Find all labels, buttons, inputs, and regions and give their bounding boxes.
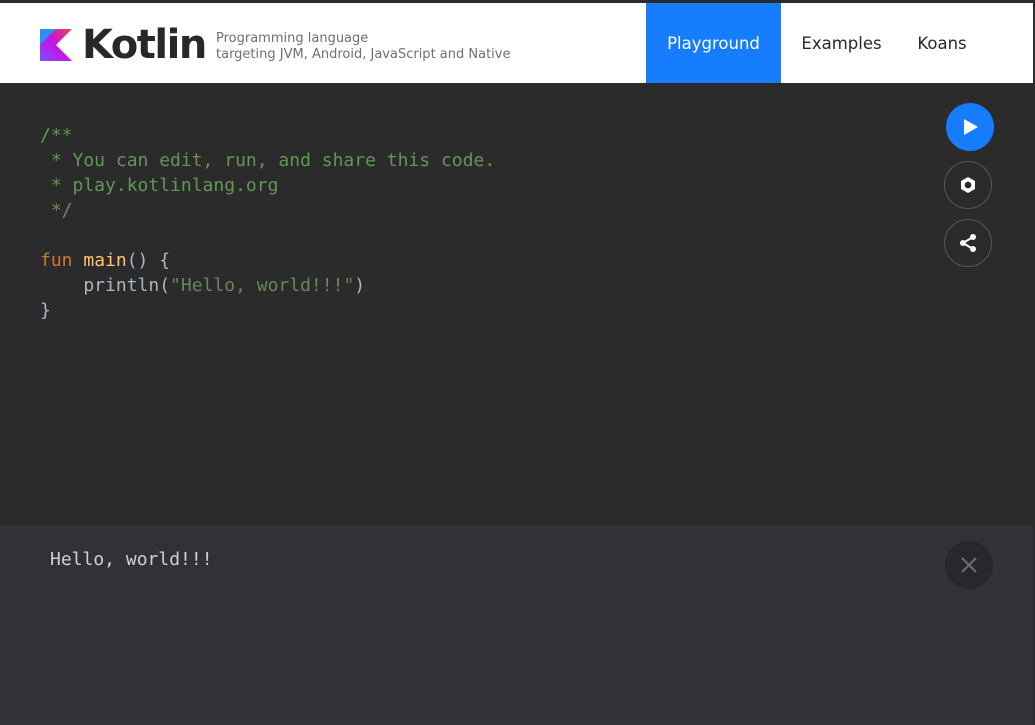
nav-playground[interactable]: Playground [646, 3, 781, 83]
settings-icon [961, 177, 975, 193]
code-area[interactable]: /** * You can edit, run, and share this … [40, 123, 495, 323]
settings-button[interactable] [944, 161, 992, 209]
code-line: /** [40, 125, 73, 146]
code-line: * play.kotlinlang.org [40, 175, 279, 196]
run-button[interactable] [946, 103, 994, 151]
code-editor[interactable]: /** * You can edit, run, and share this … [0, 83, 1033, 525]
tagline: Programming language targeting JVM, Andr… [216, 31, 510, 63]
code-punctuation: ) [354, 275, 366, 296]
nav-koans[interactable]: Koans [902, 3, 982, 83]
close-output-button[interactable] [945, 541, 993, 589]
code-line: */ [40, 200, 73, 221]
main-nav: Playground Examples Koans [646, 3, 982, 83]
code-string: "Hello, world!!!" [170, 275, 355, 296]
output-text: Hello, world!!! [50, 549, 213, 570]
code-punctuation: () { [126, 250, 171, 271]
share-icon [960, 234, 976, 252]
kotlin-logo-icon [40, 29, 72, 61]
close-icon [961, 557, 977, 573]
code-line: } [40, 300, 51, 321]
kotlin-logo[interactable]: Kotlin [40, 22, 207, 68]
share-button[interactable] [944, 219, 992, 267]
code-keyword: fun [40, 250, 73, 271]
play-icon [964, 119, 978, 135]
site-header: Kotlin Programming language targeting JV… [0, 3, 1033, 83]
code-call: println( [40, 275, 171, 296]
brand-name: Kotlin [82, 22, 207, 68]
code-function-name: main [83, 250, 127, 271]
output-panel: Hello, world!!! [0, 525, 1033, 725]
nav-examples[interactable]: Examples [781, 3, 902, 83]
code-line: * You can edit, run, and share this code… [40, 150, 496, 171]
tagline-line-1: Programming language [216, 31, 369, 46]
tagline-line-2: targeting JVM, Android, JavaScript and N… [216, 47, 511, 62]
